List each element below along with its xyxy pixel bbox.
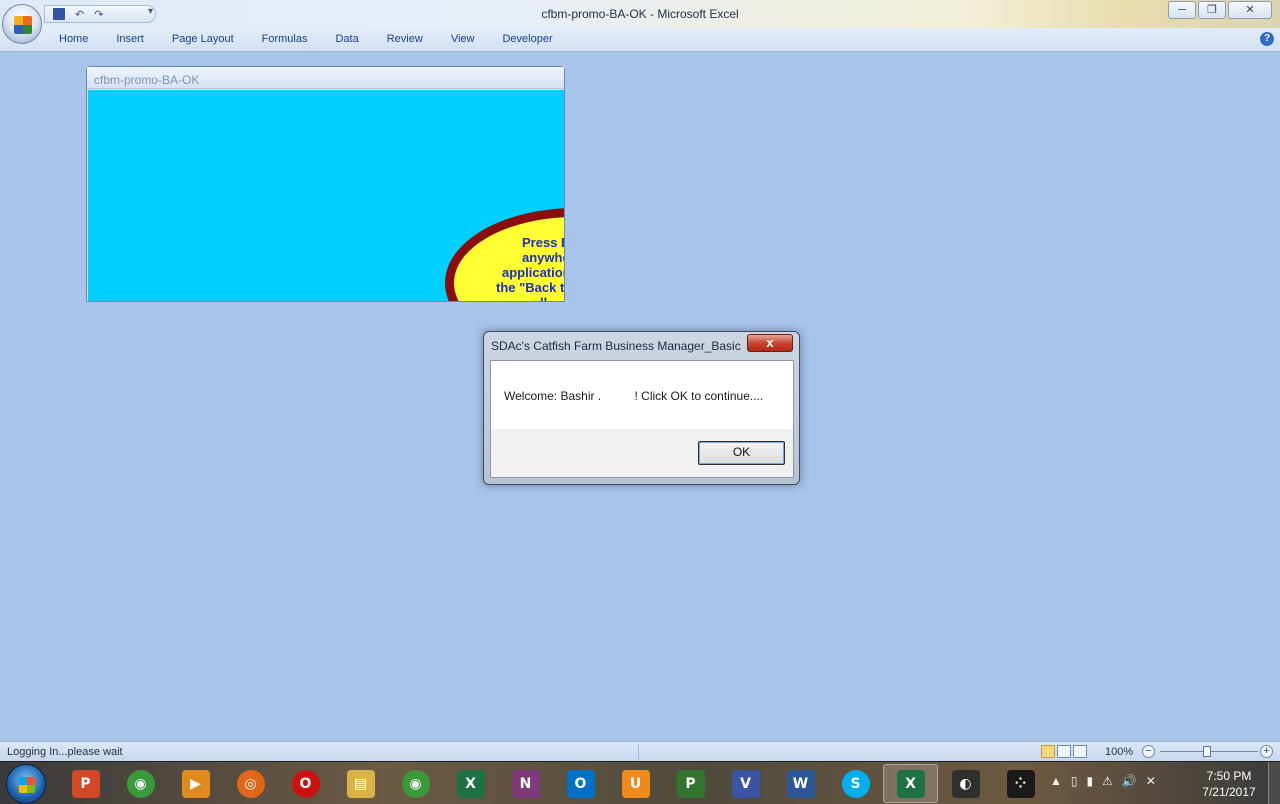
show-hidden-icons-icon[interactable]: ▲ (1050, 774, 1062, 788)
show-desktop-button[interactable] (1268, 762, 1280, 804)
skype-icon: S (841, 769, 870, 798)
tab-developer[interactable]: Developer (488, 33, 566, 45)
media-app-icon: ◐ (951, 769, 980, 798)
office-button[interactable] (2, 4, 42, 44)
dialog-title: SDAc's Catfish Farm Business Manager_Bas… (491, 339, 741, 353)
dialog-footer: OK (491, 429, 793, 477)
taskbar-app-blackberry[interactable]: ⁘ (993, 764, 1048, 803)
onenote-icon: N (511, 769, 540, 798)
blackberry-icon: ⁘ (1006, 769, 1035, 798)
status-bar: Logging In...please wait 100% − + (0, 741, 1280, 761)
word-icon: W (786, 769, 815, 798)
dialog-body: Welcome: Bashir . ! Click OK to continue… (490, 360, 794, 478)
visio-icon: V (731, 769, 760, 798)
taskbar-app-opera[interactable]: O (278, 764, 333, 803)
project-icon: P (676, 769, 705, 798)
tab-data[interactable]: Data (321, 33, 372, 45)
office-logo-icon (14, 16, 32, 34)
battery-icon[interactable]: ▯ (1071, 774, 1078, 788)
excel-active-icon: X (896, 769, 925, 798)
taskbar-app-media-app[interactable]: ◐ (938, 764, 993, 803)
taskbar-app-media-player[interactable]: ▶ (168, 764, 223, 803)
taskbar-app-powerpoint[interactable]: P (58, 764, 113, 803)
taskbar-app-file-explorer[interactable]: ▤ (333, 764, 388, 803)
taskbar-app-onenote[interactable]: N (498, 764, 553, 803)
clock-date: 7/21/2017 (1202, 785, 1256, 799)
zoom-out-button[interactable]: − (1142, 745, 1155, 758)
taskbar-app-excel-active[interactable]: X (883, 764, 938, 803)
taskbar: P ◉ ▶ ◎ O ▤ ◉ X N O U P V W S X ◐ ⁘ ▲ ▯ ▮ ⚠ 🔊 ✕ 7:50 PM 7… (0, 761, 1280, 804)
excel-icon: X (456, 769, 485, 798)
taskbar-app-firefox[interactable]: ◎ (223, 764, 278, 803)
network-icon[interactable]: ✕ (1146, 774, 1156, 788)
tab-home[interactable]: Home (45, 33, 102, 45)
dialog-message: Welcome: Bashir . ! Click OK to continue… (504, 389, 764, 403)
minimize-button[interactable]: ─ (1168, 1, 1196, 19)
tab-review[interactable]: Review (373, 33, 437, 45)
ribbon-tabs: Home Insert Page Layout Formulas Data Re… (45, 33, 567, 45)
banner-line: application (502, 265, 564, 280)
workbook-title: cfbm-promo-BA-OK (87, 67, 564, 89)
banner-line: the "Back to (496, 280, 564, 295)
taskbar-app-excel[interactable]: X (443, 764, 498, 803)
clock[interactable]: 7:50 PM 7/21/2017 (1196, 768, 1262, 800)
zoom-slider-thumb[interactable] (1203, 746, 1211, 757)
normal-view-icon[interactable] (1041, 745, 1055, 758)
taskbar-app-word[interactable]: W (773, 764, 828, 803)
dialog-close-button[interactable]: x (747, 334, 793, 352)
opera-icon: O (291, 769, 320, 798)
ribbon: Home Insert Page Layout Formulas Data Re… (0, 28, 1280, 52)
tab-formulas[interactable]: Formulas (248, 33, 322, 45)
start-button[interactable] (6, 764, 46, 804)
tab-view[interactable]: View (437, 33, 489, 45)
zoom-in-button[interactable]: + (1260, 745, 1273, 758)
taskbar-app-chrome-2[interactable]: ◉ (388, 764, 443, 803)
file-explorer-icon: ▤ (346, 769, 375, 798)
page-break-view-icon[interactable] (1073, 745, 1087, 758)
workbook-window: cfbm-promo-BA-OK Press El anywhe applica… (86, 66, 565, 302)
chrome-icon: ◉ (126, 769, 155, 798)
media-player-icon: ▶ (181, 769, 210, 798)
help-icon[interactable]: ? (1260, 32, 1274, 46)
workbook-content: Press El anywhe application the "Back to… (88, 90, 564, 301)
taskbar-app-skype[interactable]: S (828, 764, 883, 803)
taskbar-app-visio[interactable]: V (718, 764, 773, 803)
view-buttons (1041, 745, 1087, 758)
banner-line: anywhe (522, 250, 564, 265)
restore-button[interactable]: ❐ (1198, 1, 1226, 19)
page-layout-view-icon[interactable] (1057, 745, 1071, 758)
welcome-dialog: SDAc's Catfish Farm Business Manager_Bas… (483, 331, 800, 485)
signal-icon[interactable]: ▮ (1087, 774, 1094, 788)
taskbar-app-outlook[interactable]: O (553, 764, 608, 803)
tab-page-layout[interactable]: Page Layout (158, 33, 248, 45)
clock-time: 7:50 PM (1206, 769, 1252, 783)
windows-logo-icon (19, 777, 35, 793)
ok-button[interactable]: OK (698, 441, 785, 465)
taskbar-app-chrome[interactable]: ◉ (113, 764, 168, 803)
window-controls: ─ ❐ ✕ (1168, 1, 1272, 19)
warning-icon[interactable]: ⚠ (1102, 774, 1113, 788)
volume-icon[interactable]: 🔊 (1122, 774, 1137, 788)
banner-text: Press El anywhe application the "Back to… (468, 235, 564, 301)
chrome-2-icon: ◉ (401, 769, 430, 798)
taskbar-app-project[interactable]: P (663, 764, 718, 803)
outlook-icon: O (566, 769, 595, 798)
zoom-level[interactable]: 100% (1105, 746, 1133, 758)
title-bar: ↶ ↷ ▾ cfbm-promo-BA-OK - Microsoft Excel… (0, 0, 1280, 28)
firefox-icon: ◎ (236, 769, 265, 798)
window-title: cfbm-promo-BA-OK - Microsoft Excel (541, 7, 739, 21)
status-text: Logging In...please wait (7, 746, 123, 758)
status-divider (638, 744, 639, 760)
banner-line: ll (540, 295, 564, 301)
tab-insert[interactable]: Insert (102, 33, 158, 45)
uc-browser-icon: U (621, 769, 650, 798)
taskbar-app-uc-browser[interactable]: U (608, 764, 663, 803)
taskbar-apps: P ◉ ▶ ◎ O ▤ ◉ X N O U P V W S X ◐ ⁘ (58, 764, 1048, 803)
banner-line: Press El (522, 235, 564, 250)
close-window-button[interactable]: ✕ (1228, 1, 1272, 19)
system-tray: ▲ ▯ ▮ ⚠ 🔊 ✕ (1050, 774, 1156, 788)
powerpoint-icon: P (71, 769, 100, 798)
